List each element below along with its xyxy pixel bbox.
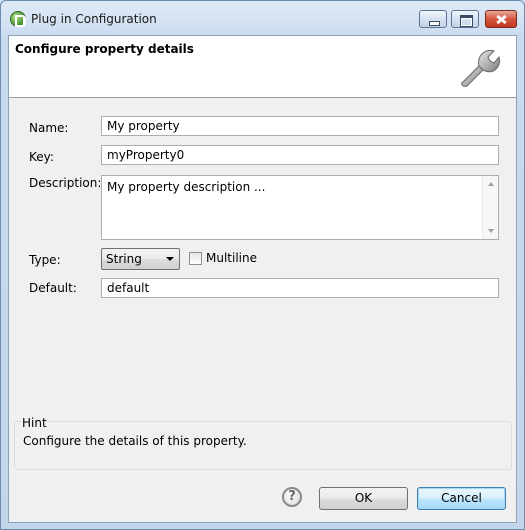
- cancel-button[interactable]: Cancel: [417, 487, 506, 510]
- plugin-app-icon: [10, 11, 26, 27]
- key-label: Key:: [29, 150, 54, 164]
- dialog-window: Plug in Configuration Configure property…: [0, 0, 525, 530]
- description-scrollbar[interactable]: [482, 176, 498, 239]
- scroll-up-icon[interactable]: [488, 182, 494, 186]
- chevron-down-icon: [166, 257, 174, 261]
- header-banner: Configure property details: [9, 36, 516, 98]
- name-label: Name:: [29, 121, 69, 135]
- page-title: Configure property details: [15, 42, 194, 56]
- description-text: My property description ...: [107, 180, 266, 194]
- scroll-down-icon[interactable]: [488, 229, 494, 233]
- name-field[interactable]: My property: [101, 116, 499, 136]
- default-label: Default:: [29, 281, 77, 295]
- maximize-button[interactable]: [451, 10, 479, 28]
- hint-title: Hint: [21, 416, 48, 430]
- key-field[interactable]: myProperty0: [101, 145, 499, 165]
- ok-button[interactable]: OK: [319, 487, 408, 510]
- description-label: Description:: [29, 176, 102, 190]
- type-select-value: String: [106, 252, 142, 266]
- default-field[interactable]: default: [101, 278, 499, 298]
- close-button[interactable]: [485, 10, 517, 28]
- type-label: Type:: [29, 253, 61, 267]
- multiline-label[interactable]: Multiline: [206, 251, 257, 265]
- window-title: Plug in Configuration: [31, 12, 157, 26]
- wrench-icon: [461, 49, 501, 87]
- hint-text: Configure the details of this property.: [23, 434, 247, 448]
- minimize-button[interactable]: [419, 10, 447, 28]
- help-icon[interactable]: ?: [282, 487, 302, 507]
- multiline-checkbox[interactable]: [189, 252, 202, 265]
- description-field[interactable]: My property description ...: [101, 175, 499, 240]
- title-bar[interactable]: Plug in Configuration: [1, 1, 524, 37]
- type-select[interactable]: String: [101, 248, 180, 270]
- dialog-content: Configure property details Name: My prop…: [8, 35, 517, 523]
